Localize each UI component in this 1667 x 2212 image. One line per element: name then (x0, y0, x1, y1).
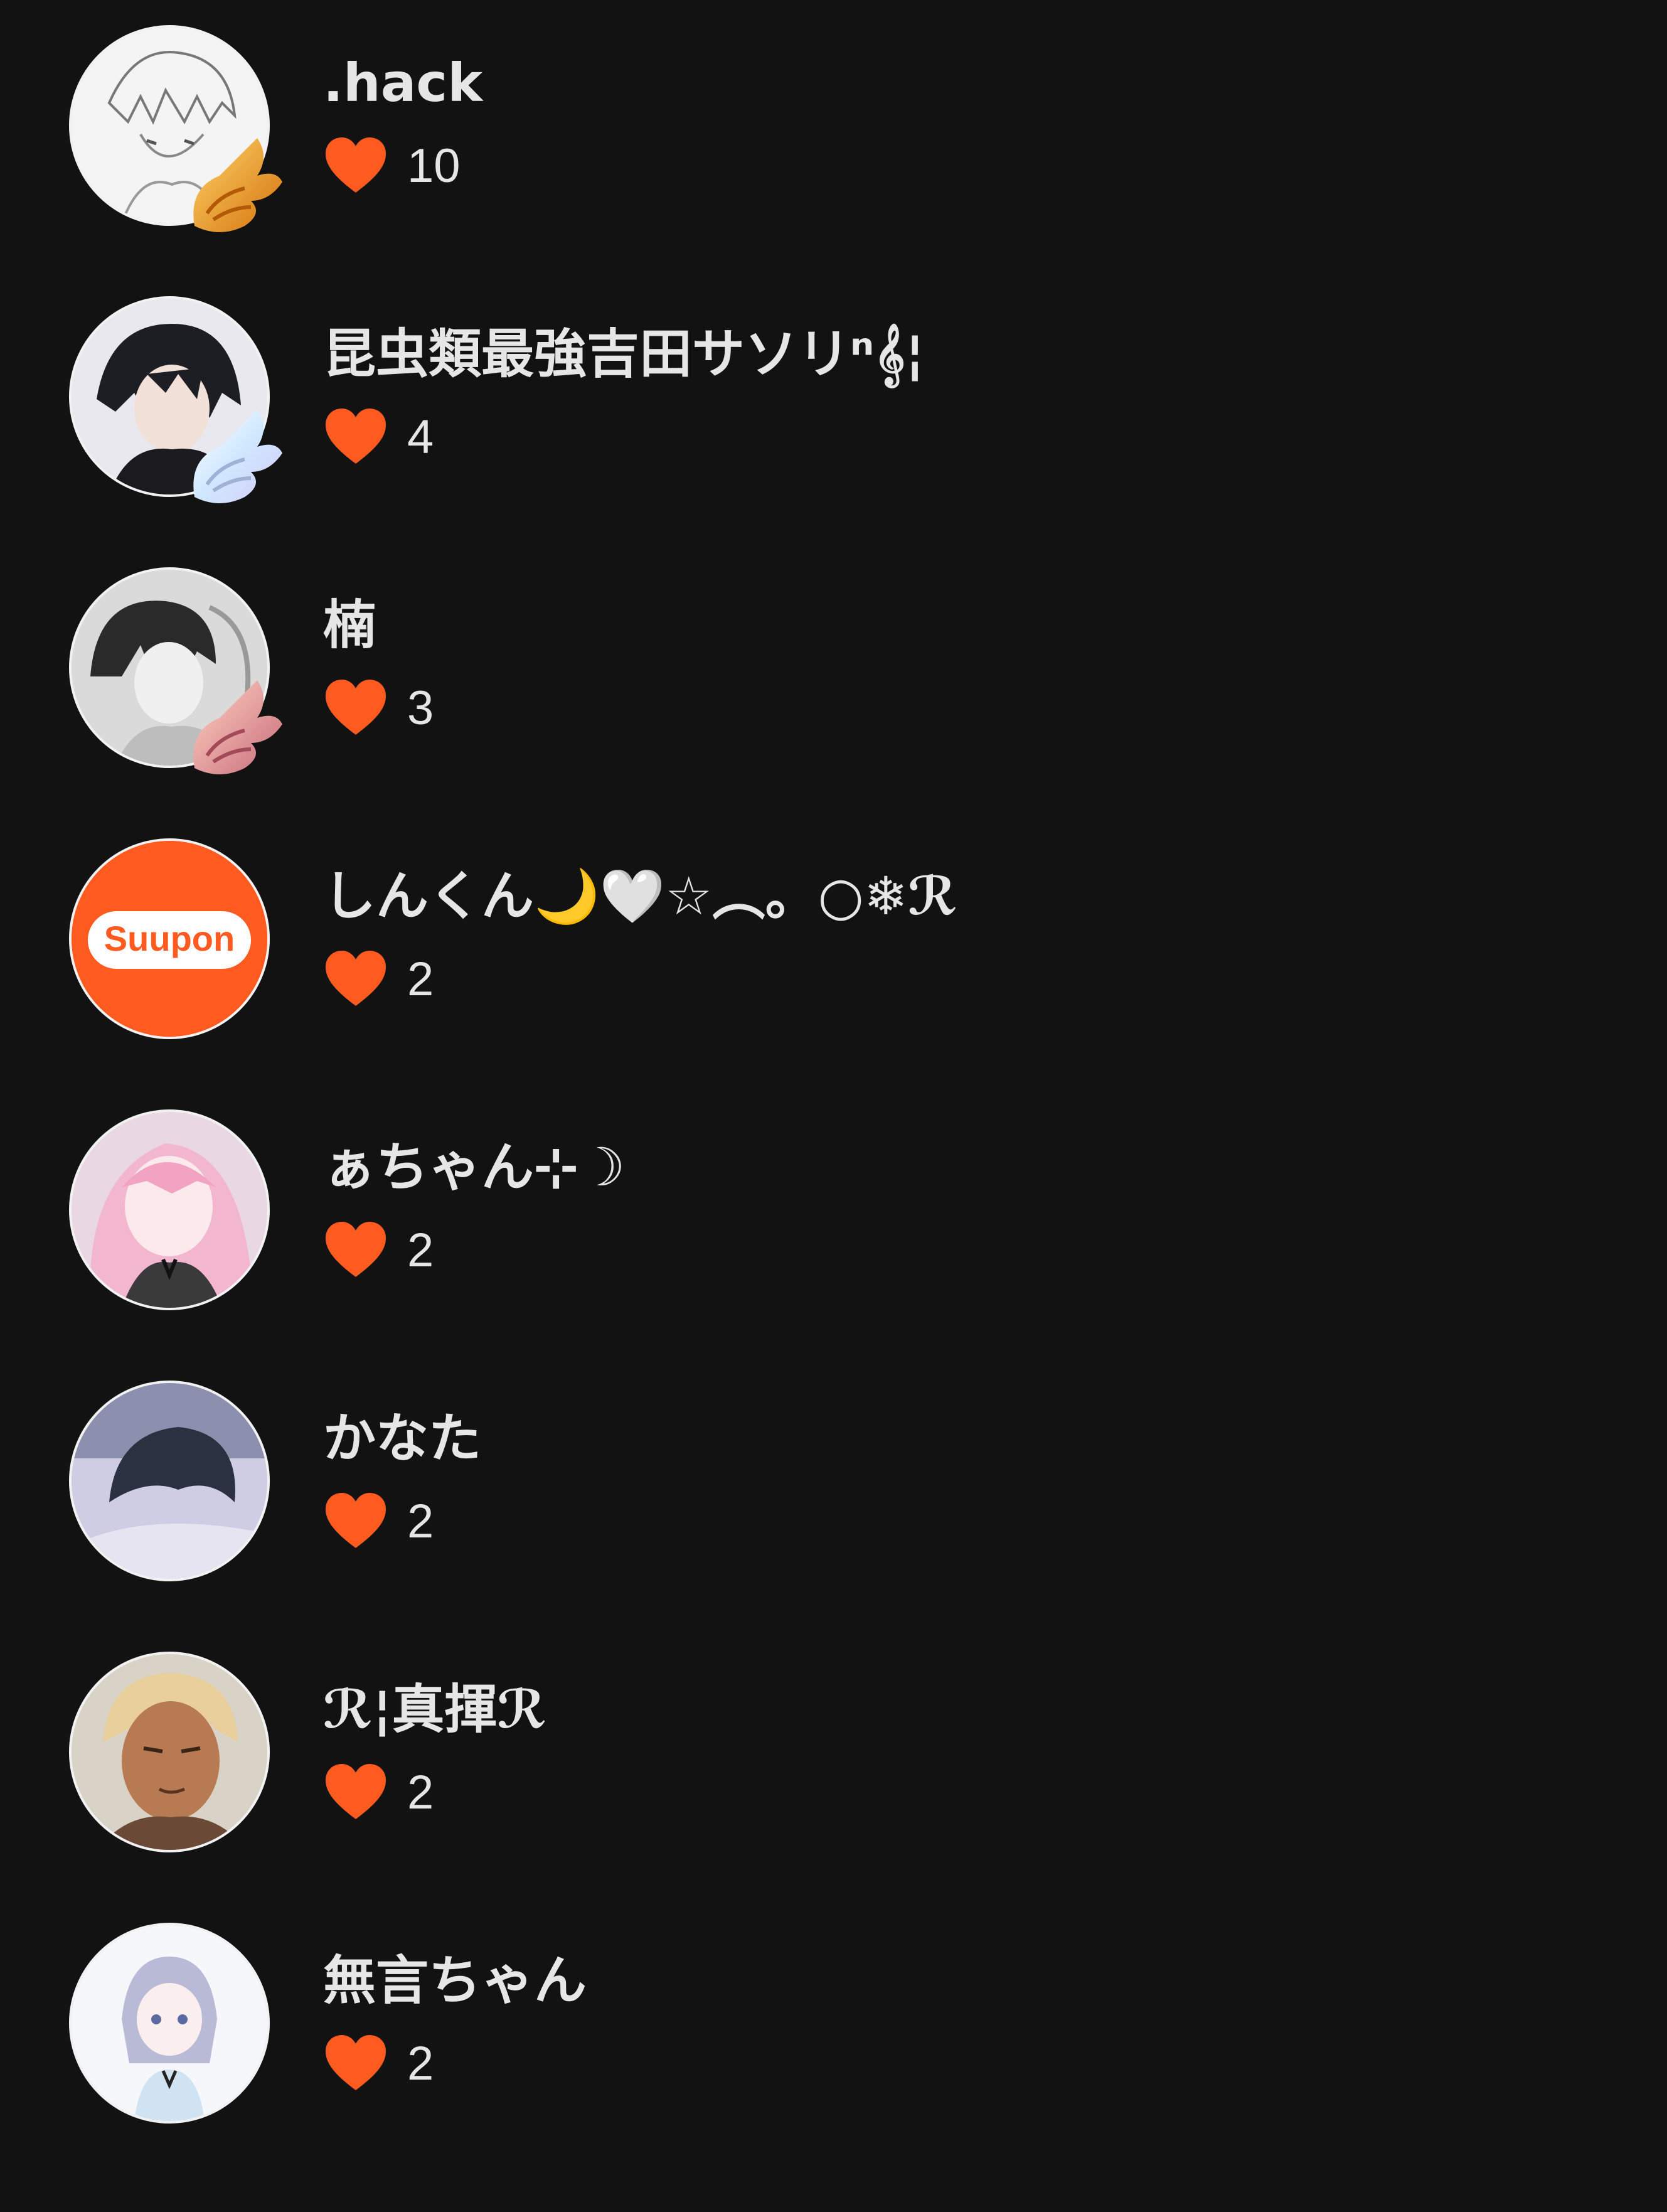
list-item[interactable]: 昆虫類最強吉田サソリⁿ𝄞¦ 4 (0, 271, 1667, 542)
like-count-row: 3 (323, 677, 434, 740)
heart-icon (326, 409, 386, 464)
heart-icon (326, 1493, 386, 1548)
like-count: 10 (407, 139, 461, 193)
user-name[interactable]: 楠 (323, 599, 376, 651)
like-count: 2 (407, 1224, 434, 1277)
like-count-row: 2 (323, 2033, 434, 2095)
avatar[interactable] (69, 1652, 270, 1852)
like-count-row: 2 (323, 1219, 434, 1282)
list-item[interactable]: .hack 10 (0, 0, 1667, 271)
list-item[interactable]: かなた 2 (0, 1355, 1667, 1627)
user-name[interactable]: 無言ちゃん (323, 1954, 587, 2007)
logo-text: Suupon (104, 919, 235, 958)
user-name[interactable]: 昆虫類最強吉田サソリⁿ𝄞¦ (323, 328, 925, 380)
avatar[interactable] (69, 567, 282, 774)
like-count-row: 2 (323, 948, 434, 1011)
heart-icon (326, 2035, 386, 2090)
avatar[interactable] (69, 1381, 270, 1581)
list-item[interactable]: ℛ¦真揮ℛ 2 (0, 1627, 1667, 1898)
suupon-logo: Suupon (72, 841, 267, 1037)
avatar[interactable] (69, 25, 282, 232)
avatar[interactable] (69, 1109, 270, 1310)
like-count: 4 (407, 410, 434, 464)
like-count-row: 10 (323, 135, 461, 198)
gold-wing-icon (193, 138, 282, 232)
avatar[interactable]: Suupon (69, 838, 270, 1039)
heart-icon (326, 1764, 386, 1819)
likes-list: .hack 10 昆虫類最強吉田サソリⁿ𝄞¦ 4 楠 3 Suupon しんくん… (0, 0, 1667, 2212)
heart-icon (326, 137, 386, 193)
list-item[interactable]: 楠 3 (0, 542, 1667, 813)
heart-icon (326, 951, 386, 1006)
heart-icon (326, 680, 386, 735)
pink-wing-icon (193, 680, 282, 774)
list-item[interactable]: 無言ちゃん 2 (0, 1898, 1667, 2169)
list-item[interactable]: Suupon しんくん🌙🤍☆︵。○❄ℛ 2 (0, 813, 1667, 1084)
user-name[interactable]: ぁちゃん⊹☽ (323, 1141, 626, 1194)
list-item[interactable]: ぁちゃん⊹☽ 2 (0, 1084, 1667, 1355)
like-count: 2 (407, 1495, 434, 1548)
like-count: 2 (407, 2037, 434, 2090)
heart-icon (326, 1222, 386, 1277)
user-name[interactable]: ℛ¦真揮ℛ (323, 1683, 546, 1736)
user-name[interactable]: かなた (323, 1412, 481, 1465)
user-name[interactable]: しんくん🌙🤍☆︵。○❄ℛ (323, 870, 957, 922)
like-count: 2 (407, 1766, 434, 1819)
user-name[interactable]: .hack (323, 56, 482, 109)
like-count: 3 (407, 681, 434, 735)
avatar[interactable] (69, 296, 282, 503)
like-count: 2 (407, 953, 434, 1006)
like-count-row: 2 (323, 1490, 434, 1553)
pearl-wing-icon (193, 409, 282, 503)
avatar[interactable] (69, 1923, 270, 2124)
like-count-row: 2 (323, 1761, 434, 1824)
like-count-row: 4 (323, 406, 434, 469)
